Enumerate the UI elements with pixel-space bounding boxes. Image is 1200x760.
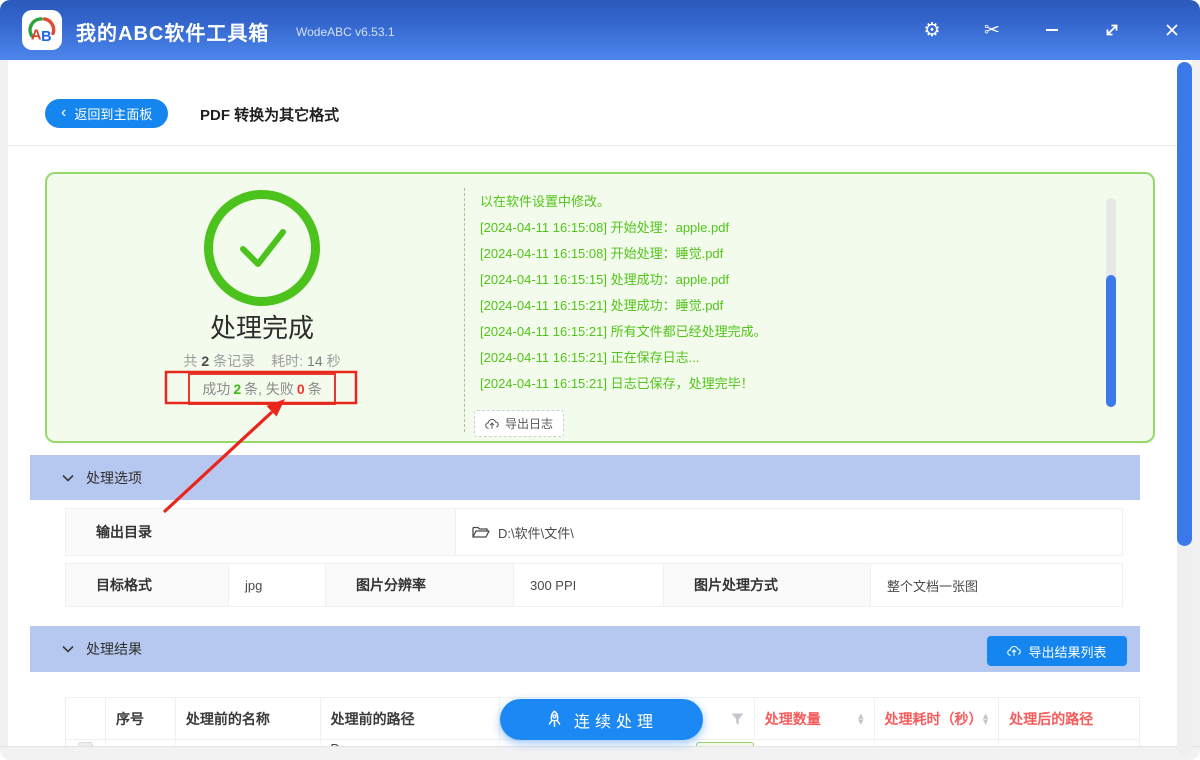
process-log: 以在软件设置中修改。 [2024-04-11 16:15:08] 开始处理：ap… (480, 189, 1100, 397)
app-logo-icon: A B (22, 10, 62, 50)
header-index: 序号 (106, 698, 176, 739)
sort-arrows-icon[interactable]: ▲ ▼ (858, 712, 863, 725)
export-cloud-icon (485, 418, 499, 429)
stats-line: 共 2 条记录 耗时: 14 秒 (183, 353, 341, 369)
header-process-count[interactable]: 处理数量 ▲ ▼ (755, 698, 875, 739)
log-line: [2024-04-11 16:15:08] 开始处理：睡觉.pdf (480, 246, 724, 261)
export-cloud-icon (1007, 646, 1022, 656)
field-label: 图片处理方式 (664, 564, 871, 606)
log-line: [2024-04-11 16:15:21] 正在保存日志... (480, 350, 700, 365)
continue-processing-button[interactable]: 连续处理 (500, 699, 703, 740)
log-scrollbar-thumb[interactable] (1106, 275, 1116, 407)
output-directory-value: D:\软件\文件\ (456, 509, 1122, 555)
fail-count: 0 (296, 381, 305, 397)
section-title: 处理选项 (86, 469, 142, 486)
total-count: 2 (201, 353, 210, 369)
options-fields-row: 目标格式 jpg 图片分辨率 300 PPI 图片处理方式 整个文档一张图 (65, 563, 1123, 607)
log-line: [2024-04-11 16:15:08] 开始处理：apple.pdf (480, 220, 730, 235)
export-log-label: 导出日志 (505, 417, 554, 431)
header-name-before: 处理前的名称 (176, 698, 321, 739)
output-directory-label: 输出目录 (66, 509, 456, 555)
back-to-main-button[interactable]: ‹ 返回到主面板 (45, 99, 169, 128)
header-path-after: 处理后的路径 (1009, 710, 1094, 727)
chevron-down-icon (62, 474, 74, 482)
field-value: 整个文档一张图 (871, 564, 1122, 606)
titlebar: A B 我的ABC软件工具箱 WodeABC v6.53.1 ⚙ ✂ (0, 0, 1200, 60)
log-line: 以在软件设置中修改。 (480, 194, 611, 209)
log-line: [2024-04-11 16:15:15] 处理成功：apple.pdf (480, 272, 730, 287)
success-check-icon (204, 190, 320, 306)
page-scrollbar-thumb[interactable] (1177, 62, 1192, 546)
export-results-label: 导出结果列表 (1028, 644, 1107, 660)
result-panel: 处理完成 共 2 条记录 耗时: 14 秒 成功 2 条, 失败 0 条 以在软件设置中修改。 [… (45, 172, 1155, 443)
folder-icon (472, 526, 490, 538)
app-title: 我的ABC软件工具箱 (76, 23, 270, 45)
app-window: A B 我的ABC软件工具箱 WodeABC v6.53.1 ⚙ ✂ ‹ 返回到… (0, 0, 1200, 760)
field-value: jpg (229, 564, 326, 606)
header-checkbox-cell (66, 698, 106, 739)
header-divider (8, 145, 1192, 146)
section-processing-results[interactable]: 处理结果 导出结果列表 (30, 626, 1140, 672)
field-label: 图片分辨率 (326, 564, 514, 606)
header-path-before: 处理前的路径 (321, 698, 501, 739)
success-count: 2 (233, 381, 242, 397)
app-version: WodeABC v6.53.1 (296, 25, 395, 39)
log-line: [2024-04-11 16:15:21] 处理成功：睡觉.pdf (480, 298, 724, 313)
result-summary-column: 处理完成 共 2 条记录 耗时: 14 秒 成功 2 条, 失败 0 条 (67, 174, 457, 441)
close-icon[interactable] (1160, 18, 1184, 42)
log-line: [2024-04-11 16:15:21] 日志已保存，处理完毕！ (480, 376, 754, 391)
log-divider (464, 188, 465, 432)
maximize-icon[interactable] (1100, 18, 1124, 42)
page-title: PDF 转换为其它格式 (200, 107, 340, 124)
log-line: [2024-04-11 16:15:21] 所有文件都已经处理完成。 (480, 324, 767, 339)
success-fail-summary: 成功 2 条, 失败 0 条 (188, 373, 336, 405)
output-directory-row: 输出目录 D:\软件\文件\ (65, 508, 1123, 556)
scissors-icon[interactable]: ✂ (980, 18, 1004, 42)
chevron-down-icon (62, 645, 74, 653)
continue-button-label: 连续处理 (573, 713, 658, 731)
filter-funnel-icon[interactable] (731, 713, 744, 725)
back-button-label: 返回到主面板 (74, 107, 153, 122)
chevron-left-icon: ‹ (61, 103, 67, 121)
sort-arrows-icon[interactable]: ▲ ▼ (983, 712, 988, 725)
status-title: 处理完成 (209, 313, 314, 343)
export-log-button[interactable]: 导出日志 (474, 410, 565, 437)
svg-text:B: B (41, 29, 51, 45)
section-title: 处理结果 (86, 641, 142, 657)
field-value: 300 PPI (514, 564, 664, 606)
settings-gear-icon[interactable]: ⚙ (920, 18, 944, 42)
time-value: 14 (307, 353, 323, 369)
section-processing-options[interactable]: 处理选项 (30, 455, 1140, 500)
field-label: 目标格式 (66, 564, 229, 606)
horizontal-scrollbar[interactable] (0, 746, 1200, 760)
rocket-icon (548, 710, 561, 728)
header-process-time[interactable]: 处理耗时（秒） ▲ ▼ (875, 698, 1000, 739)
minimize-icon[interactable] (1040, 18, 1064, 42)
export-results-button[interactable]: 导出结果列表 (987, 636, 1127, 666)
